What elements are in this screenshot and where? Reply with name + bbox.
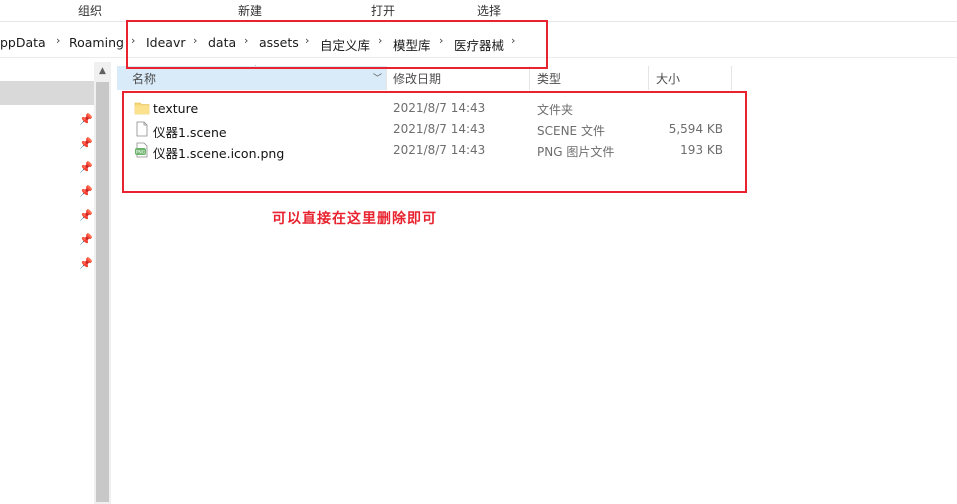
ribbon-group-new: 新建 — [238, 4, 263, 18]
annotation-text: 可以直接在这里删除即可 — [272, 211, 437, 227]
column-header-date-label: 修改日期 — [393, 72, 442, 86]
pin-icon: 📌 — [79, 137, 93, 150]
annotation-box-breadcrumb — [126, 20, 548, 69]
pin-icon: 📌 — [79, 185, 93, 198]
annotation-box-file-list — [122, 91, 747, 193]
chevron-right-icon[interactable]: › — [56, 34, 60, 47]
ribbon-group-open: 打开 — [371, 4, 396, 18]
ribbon-group-organize: 组织 — [78, 4, 103, 18]
pin-icon: 📌 — [79, 161, 93, 174]
scrollbar-thumb[interactable] — [96, 82, 109, 502]
column-header-name[interactable]: 名称 — [117, 66, 387, 90]
nav-scrollbar[interactable]: ▲ — [94, 62, 111, 504]
breadcrumb-appdata[interactable]: ppData — [0, 35, 46, 50]
column-header-type[interactable]: 类型 — [531, 66, 649, 90]
pin-icon: 📌 — [79, 209, 93, 222]
breadcrumb-roaming[interactable]: Roaming — [69, 35, 124, 50]
column-header-name-label: 名称 — [132, 72, 157, 86]
column-header-date[interactable]: 修改日期 — [388, 66, 530, 90]
column-header-size-label: 大小 — [656, 72, 681, 86]
column-header-type-label: 类型 — [537, 72, 562, 86]
scroll-up-icon[interactable]: ▲ — [94, 66, 111, 82]
nav-selected-item[interactable] — [0, 81, 94, 105]
column-header-size[interactable]: 大小 — [650, 66, 732, 90]
ribbon-group-select: 选择 — [477, 4, 502, 18]
ribbon-group-labels: 组织 新建 打开 选择 — [0, 0, 957, 22]
chevron-down-icon[interactable]: ﹀ — [373, 71, 382, 84]
pin-icon: 📌 — [79, 257, 93, 270]
pin-icon: 📌 — [79, 233, 93, 246]
pin-icon: 📌 — [79, 113, 93, 126]
